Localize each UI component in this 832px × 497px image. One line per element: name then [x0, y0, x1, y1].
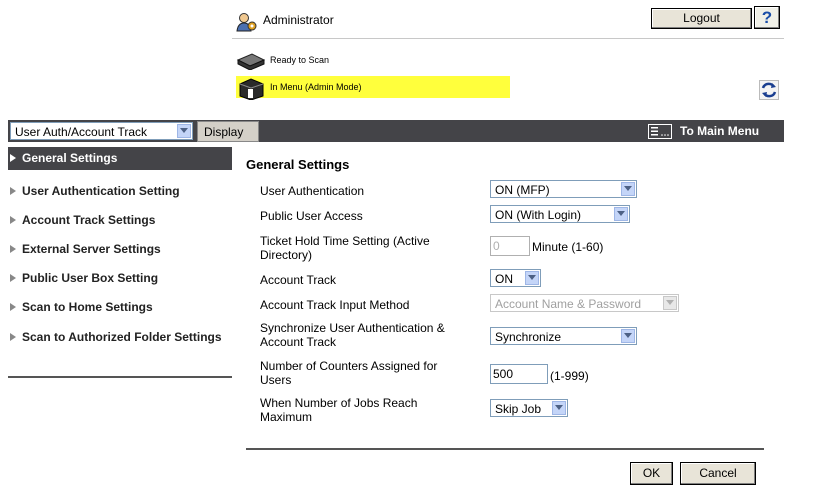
- nav-select[interactable]: User Auth/Account Track: [10, 122, 193, 140]
- synchronize-label: Synchronize User Authentication & Accoun…: [260, 321, 445, 349]
- number-of-counters-input[interactable]: 500: [490, 364, 548, 384]
- triangle-right-icon: [10, 274, 16, 282]
- sidebar-item-scan-to-home-settings[interactable]: Scan to Home Settings: [8, 300, 232, 316]
- account-track-input-method-value: Account Name & Password: [495, 297, 642, 311]
- chevron-down-icon: [621, 329, 635, 343]
- sidebar-item-external-server-settings[interactable]: External Server Settings: [8, 242, 232, 258]
- public-user-access-select[interactable]: ON (With Login): [490, 205, 630, 223]
- header-divider: [232, 38, 784, 39]
- triangle-right-icon: [10, 333, 16, 341]
- jobs-maximum-label: When Number of Jobs Reach Maximum: [260, 396, 418, 424]
- ticket-hold-time-unit: Minute (1-60): [532, 240, 604, 254]
- help-button[interactable]: ?: [754, 6, 780, 29]
- triangle-right-icon: [10, 187, 16, 195]
- public-user-access-label: Public User Access: [260, 209, 363, 223]
- scanner-icon: [236, 53, 266, 70]
- sidebar-item-label: Scan to Home Settings: [22, 300, 153, 314]
- sidebar-item-label: Public User Box Setting: [22, 271, 159, 285]
- ticket-hold-time-input[interactable]: 0: [490, 236, 530, 256]
- user-authentication-label: User Authentication: [260, 184, 365, 198]
- account-track-select[interactable]: ON: [490, 269, 541, 287]
- cancel-button[interactable]: Cancel: [680, 462, 756, 485]
- account-track-input-method-label: Account Track Input Method: [260, 298, 410, 312]
- user-authentication-value: ON (MFP): [495, 183, 550, 197]
- display-button[interactable]: Display: [197, 121, 259, 142]
- logout-button[interactable]: Logout: [651, 8, 752, 29]
- public-user-access-value: ON (With Login): [495, 208, 582, 222]
- triangle-right-icon: [10, 303, 16, 311]
- refresh-icon[interactable]: [759, 80, 779, 100]
- account-track-input-method-select: Account Name & Password: [490, 294, 679, 312]
- printer-icon: [239, 78, 264, 100]
- administrator-icon: [236, 13, 257, 32]
- sidebar-item-public-user-box-setting[interactable]: Public User Box Setting: [8, 271, 232, 287]
- sidebar-item-general-settings[interactable]: General Settings: [8, 147, 232, 170]
- user-authentication-select[interactable]: ON (MFP): [490, 180, 637, 198]
- status-menu-text: In Menu (Admin Mode): [270, 82, 362, 92]
- chevron-down-icon: [177, 124, 191, 138]
- user-label: Administrator: [263, 13, 334, 27]
- number-of-counters-label: Number of Counters Assigned for Users: [260, 359, 438, 387]
- sidebar-item-user-authentication-setting[interactable]: User Authentication Setting: [8, 184, 232, 200]
- jobs-maximum-select[interactable]: Skip Job: [490, 399, 568, 417]
- sidebar-item-account-track-settings[interactable]: Account Track Settings: [8, 213, 232, 229]
- page-title: General Settings: [246, 157, 350, 172]
- jobs-maximum-value: Skip Job: [495, 402, 542, 416]
- triangle-right-icon: [10, 216, 16, 224]
- ok-button[interactable]: OK: [630, 462, 673, 485]
- chevron-down-icon: [552, 401, 566, 415]
- synchronize-value: Synchronize: [495, 330, 562, 344]
- sidebar-item-label: Account Track Settings: [22, 213, 156, 227]
- account-track-value: ON: [495, 272, 513, 286]
- chevron-down-icon: [621, 182, 635, 196]
- to-main-menu-link[interactable]: To Main Menu: [680, 124, 759, 138]
- number-of-counters-unit: (1-999): [550, 369, 589, 383]
- nav-select-value: User Auth/Account Track: [15, 125, 148, 139]
- sidebar-item-label: User Authentication Setting: [22, 184, 180, 198]
- sidebar-item-label: General Settings: [22, 151, 118, 165]
- sidebar-item-label: External Server Settings: [22, 242, 161, 256]
- ticket-hold-time-label: Ticket Hold Time Setting (Active Directo…: [260, 234, 430, 262]
- triangle-right-icon: [10, 245, 16, 253]
- sidebar-divider: [8, 376, 232, 378]
- status-ready-text: Ready to Scan: [270, 55, 330, 65]
- chevron-down-icon: [525, 271, 539, 285]
- chevron-down-icon: [663, 296, 677, 310]
- synchronize-select[interactable]: Synchronize: [490, 327, 637, 345]
- account-track-label: Account Track: [260, 273, 337, 287]
- main-menu-icon[interactable]: [648, 124, 672, 139]
- triangle-right-icon: [10, 154, 16, 162]
- sidebar-item-label: Scan to Authorized Folder Settings: [22, 330, 222, 344]
- chevron-down-icon: [614, 207, 628, 221]
- sidebar-item-scan-to-authorized-folder-settings[interactable]: Scan to Authorized Folder Settings: [8, 330, 232, 362]
- form-divider: [246, 448, 764, 450]
